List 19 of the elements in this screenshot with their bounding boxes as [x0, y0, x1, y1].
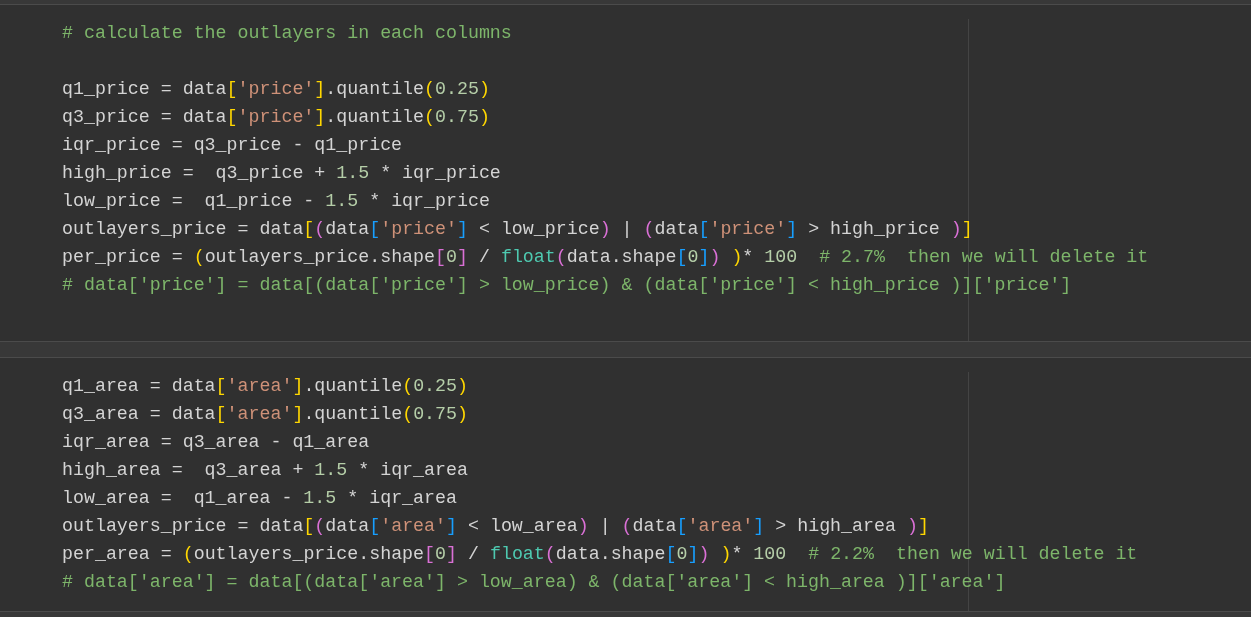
code-line: # data['area'] = data[(data['area'] > low_area) & (data['area'] < high_area )]['area'] [62, 571, 1006, 594]
code-line: high_price = q3_price + 1.5 * iqr_price [62, 162, 501, 185]
code-line: per_price = (outlayers_price.shape[0] / float(data.shape[0]) )* 100 # 2.7% then we will delete it [62, 246, 1149, 269]
code-line: outlayers_price = data[(data['price'] < low_price) | (data['price'] > high_price )] [62, 218, 973, 241]
code-line: per_area = (outlayers_price.shape[0] / float(data.shape[0]) )* 100 # 2.2% then we will delete it [62, 543, 1138, 566]
code-line: q1_price = data['price'].quantile(0.25) [62, 78, 490, 101]
code-line: iqr_price = q3_price - q1_price [62, 134, 403, 157]
code-line: q3_area = data['area'].quantile(0.75) [62, 403, 468, 426]
code-line: iqr_area = q3_area - q1_area [62, 431, 370, 454]
code-line: # data['price'] = data[(data['price'] > low_price) & (data['price'] < high_price )]['price'] [62, 274, 1072, 297]
code-line: outlayers_price = data[(data['area'] < low_area) | (data['area'] > high_area )] [62, 515, 929, 538]
code-cell[interactable] [0, 4, 1251, 342]
code-line: high_area = q3_area + 1.5 * iqr_area [62, 459, 468, 482]
code-line: q3_price = data['price'].quantile(0.75) [62, 106, 490, 129]
code-line: q1_area = data['area'].quantile(0.25) [62, 375, 468, 398]
code-line: low_price = q1_price - 1.5 * iqr_price [62, 190, 490, 213]
code-line: # calculate the outlayers in each columns [62, 22, 512, 45]
code-cell[interactable] [0, 357, 1251, 612]
code-line: low_area = q1_area - 1.5 * iqr_area [62, 487, 457, 510]
